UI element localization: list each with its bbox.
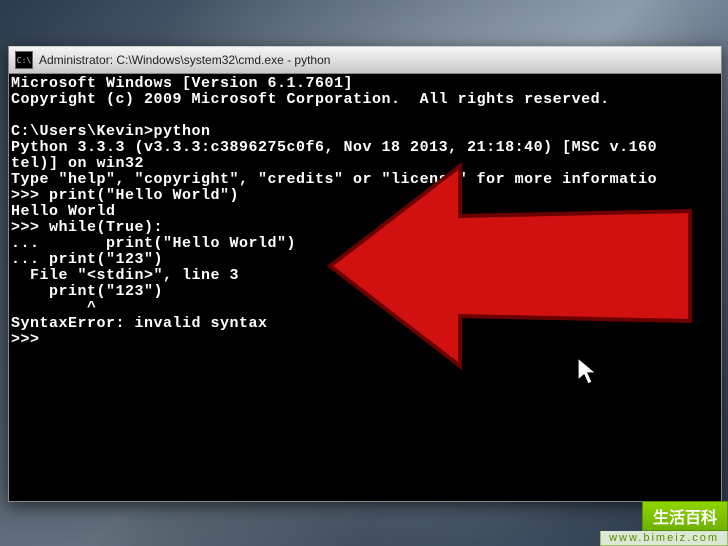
- terminal-line: C:\Users\Kevin>python: [11, 124, 719, 140]
- titlebar[interactable]: C:\ Administrator: C:\Windows\system32\c…: [9, 47, 721, 74]
- terminal-line: Type "help", "copyright", "credits" or "…: [11, 172, 719, 188]
- terminal-line: Hello World: [11, 204, 719, 220]
- terminal-line: ... print("123"): [11, 252, 719, 268]
- watermark-brand: 生活百科: [642, 501, 728, 531]
- cmd-window[interactable]: C:\ Administrator: C:\Windows\system32\c…: [8, 46, 722, 502]
- terminal-line: [11, 108, 719, 124]
- terminal-line: >>> print("Hello World"): [11, 188, 719, 204]
- terminal-line: File "<stdin>", line 3: [11, 268, 719, 284]
- terminal-line: print("123"): [11, 284, 719, 300]
- terminal-line: tel)] on win32: [11, 156, 719, 172]
- terminal-line: SyntaxError: invalid syntax: [11, 316, 719, 332]
- terminal-line: Python 3.3.3 (v3.3.3:c3896275c0f6, Nov 1…: [11, 140, 719, 156]
- terminal-line: >>>: [11, 332, 719, 348]
- window-title: Administrator: C:\Windows\system32\cmd.e…: [39, 53, 330, 67]
- cmd-icon: C:\: [15, 51, 33, 69]
- desktop-background: C:\ Administrator: C:\Windows\system32\c…: [0, 0, 728, 546]
- watermark: 生活百科 www.bimeiz.com: [528, 502, 728, 546]
- terminal-line: ^: [11, 300, 719, 316]
- terminal-line: Microsoft Windows [Version 6.1.7601]: [11, 76, 719, 92]
- watermark-url: www.bimeiz.com: [600, 531, 728, 546]
- terminal-line: ... print("Hello World"): [11, 236, 719, 252]
- terminal-line: Copyright (c) 2009 Microsoft Corporation…: [11, 92, 719, 108]
- terminal-line: >>> while(True):: [11, 220, 719, 236]
- terminal-output[interactable]: Microsoft Windows [Version 6.1.7601]Copy…: [9, 74, 721, 501]
